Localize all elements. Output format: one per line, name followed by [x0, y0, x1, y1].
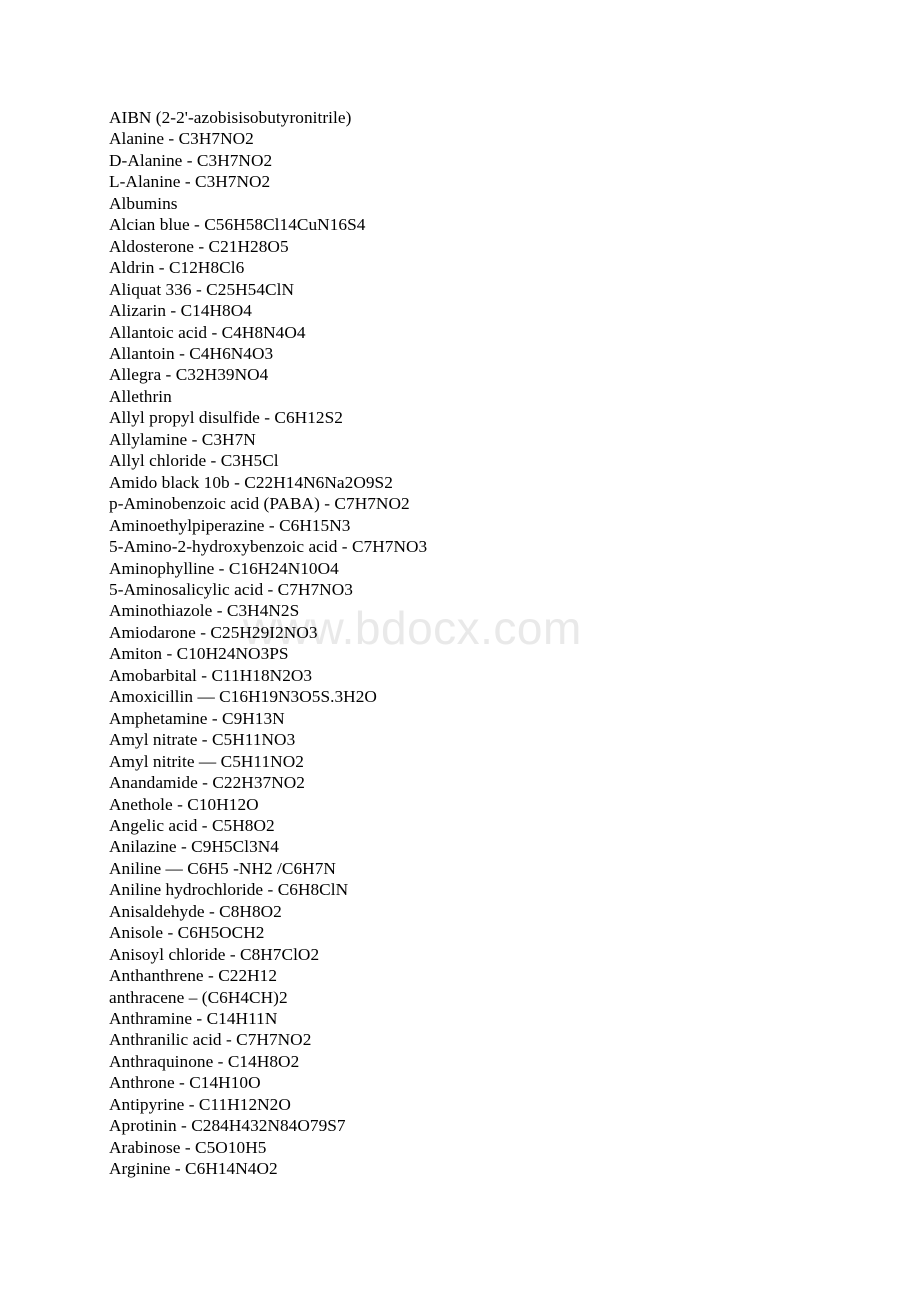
compound-entry: Amoxicillin — C16H19N3O5S.3H2O — [109, 687, 377, 707]
compound-entry: Allyl propyl disulfide - C6H12S2 — [109, 408, 343, 428]
compound-entry: Anthranilic acid - C7H7NO2 — [109, 1030, 312, 1050]
compound-entry: Arabinose - C5O10H5 — [109, 1137, 267, 1157]
compound-entry: Aminothiazole - C3H4N2S — [109, 601, 300, 621]
compound-entry: Anthramine - C14H11N — [109, 1009, 278, 1029]
compound-entry: Alanine - C3H7NO2 — [109, 129, 254, 149]
compound-entry: Aldosterone - C21H28O5 — [109, 236, 289, 256]
compound-entry: L-Alanine - C3H7NO2 — [109, 172, 271, 192]
compound-entry: Antipyrine - C11H12N2O — [109, 1094, 291, 1114]
compound-entry: Allegra - C32H39NO4 — [109, 365, 269, 385]
compound-entry: Amyl nitrate - C5H11NO3 — [109, 730, 296, 750]
compound-entry: Aniline hydrochloride - C6H8ClN — [109, 880, 349, 900]
compound-entry: Anisaldehyde - C8H8O2 — [109, 901, 282, 921]
compound-entry: Angelic acid - C5H8O2 — [109, 815, 275, 835]
compound-entry: Allantoic acid - C4H8N4O4 — [109, 322, 306, 342]
compound-entry: Aprotinin - C284H432N84O79S7 — [109, 1116, 346, 1136]
compound-entry: Anisole - C6H5OCH2 — [109, 923, 265, 943]
compound-entry: Amphetamine - C9H13N — [109, 708, 285, 728]
compound-entry: Aldrin - C12H8Cl6 — [109, 258, 245, 278]
compound-entry: Amiodarone - C25H29I2NO3 — [109, 622, 318, 642]
compound-entry: Allantoin - C4H6N4O3 — [109, 343, 274, 363]
compound-entry: Alcian blue - C56H58Cl14CuN16S4 — [109, 215, 366, 235]
compound-entry: Amyl nitrite — C5H11NO2 — [109, 751, 304, 771]
compound-entry: Allyl chloride - C3H5Cl — [109, 451, 279, 471]
compound-entry: Anthrone - C14H10O — [109, 1073, 261, 1093]
compound-entry: D-Alanine - C3H7NO2 — [109, 150, 273, 170]
compound-entry: Amiton - C10H24NO3PS — [109, 644, 289, 664]
compound-entry: Anisoyl chloride - C8H7ClO2 — [109, 944, 320, 964]
compound-entry: Albumins — [109, 193, 178, 213]
compound-entry: Anethole - C10H12O — [109, 794, 259, 814]
compound-entry: Amobarbital - C11H18N2O3 — [109, 665, 313, 685]
compound-entry: anthracene – (C6H4CH)2 — [109, 987, 288, 1007]
compound-entry: Allethrin — [109, 386, 172, 406]
compound-entry: Arginine - C6H14N4O2 — [109, 1159, 278, 1179]
compound-entry: Anthanthrene - C22H12 — [109, 966, 278, 986]
compound-entry: Anandamide - C22H37NO2 — [109, 773, 305, 793]
compound-entry: Aniline — C6H5 -NH2 /C6H7N — [109, 858, 336, 878]
compound-entry: Anthraquinone - C14H8O2 — [109, 1051, 300, 1071]
compound-entry: 5-Amino-2-hydroxybenzoic acid - C7H7NO3 — [109, 537, 428, 557]
compound-entry: Allylamine - C3H7N — [109, 429, 256, 449]
compound-entry: Amido black 10b - C22H14N6Na2O9S2 — [109, 472, 393, 492]
compound-entry: AIBN (2-2'-azobisisobutyronitrile) — [109, 108, 352, 127]
compound-entry: Alizarin - C14H8O4 — [109, 301, 252, 321]
compound-entry: Aliquat 336 - C25H54ClN — [109, 279, 294, 299]
compound-entry: Anilazine - C9H5Cl3N4 — [109, 837, 279, 857]
compound-entry: Aminoethylpiperazine - C6H15N3 — [109, 515, 351, 535]
compound-entry: p-Aminobenzoic acid (PABA) - C7H7NO2 — [109, 494, 410, 514]
document-page: www.bdocx.com AIBN (2-2'-azobisisobutyro… — [0, 0, 920, 1302]
compound-list: AIBN (2-2'-azobisisobutyronitrile) Alanin… — [109, 107, 849, 1180]
compound-entry: Aminophylline - C16H24N10O4 — [109, 558, 339, 578]
compound-entry: 5-Aminosalicylic acid - C7H7NO3 — [109, 579, 353, 599]
